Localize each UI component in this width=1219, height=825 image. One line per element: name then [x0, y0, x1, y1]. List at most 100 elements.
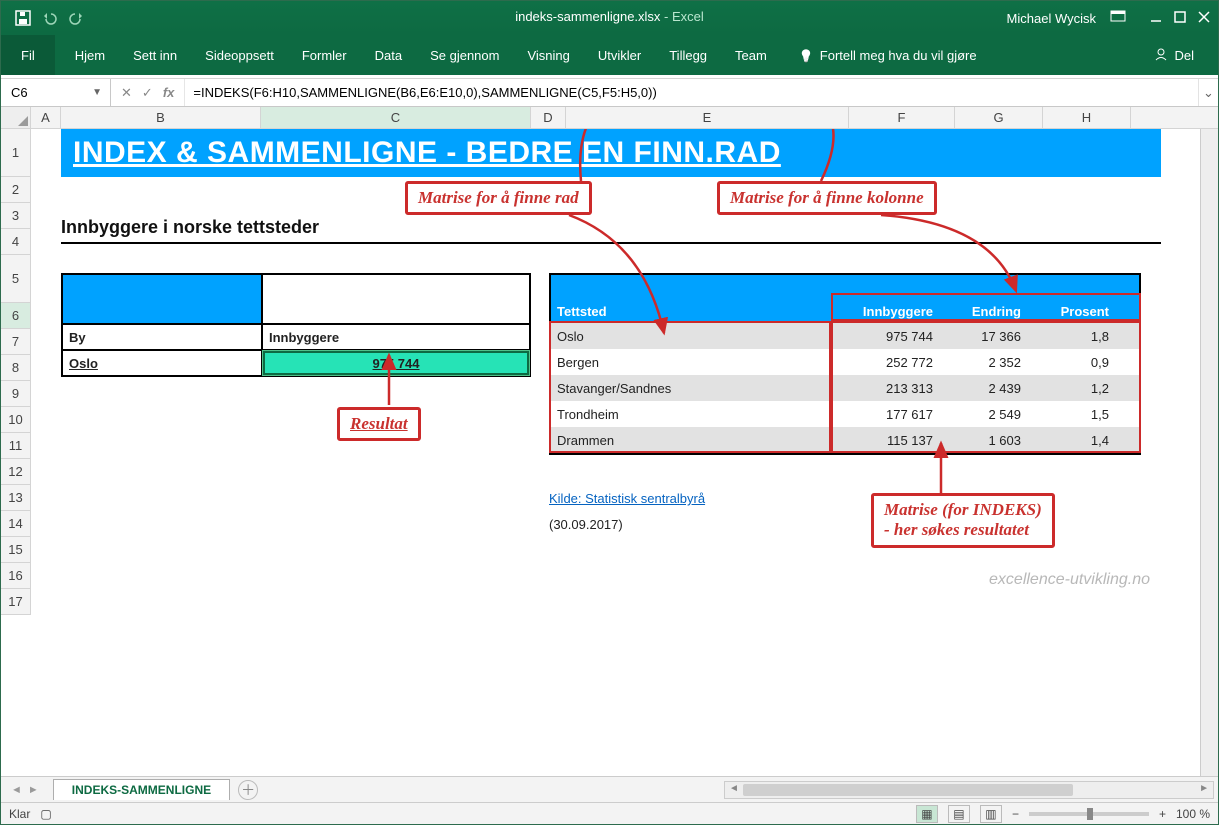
row-header-15[interactable]: 15 — [1, 537, 30, 563]
redo-icon[interactable] — [69, 11, 87, 25]
view-normal-icon[interactable]: ▦ — [916, 805, 938, 823]
quick-access-toolbar — [15, 10, 87, 26]
vertical-scrollbar[interactable] — [1200, 129, 1218, 776]
annot-matrise-kolonne: Matrise for å finne kolonne — [717, 181, 937, 215]
minimize-icon[interactable] — [1150, 11, 1162, 26]
tab-file[interactable]: Fil — [1, 35, 55, 75]
ribbon-display-options-icon[interactable] — [1110, 10, 1126, 27]
row-header-1[interactable]: 1 — [1, 129, 30, 177]
tab-utvikler[interactable]: Utvikler — [584, 35, 655, 75]
sheet-nav-next-icon[interactable]: ► — [28, 784, 39, 796]
row-header-6[interactable]: 6 — [1, 303, 30, 329]
annot-resultat: Resultat — [337, 407, 421, 441]
dth-tettsted: Tettsted — [551, 304, 833, 319]
col-header-G[interactable]: G — [955, 107, 1043, 128]
col-header-H[interactable]: H — [1043, 107, 1131, 128]
chevron-down-icon[interactable]: ▼ — [92, 87, 102, 98]
result-table: By Innbyggere Oslo 975 744 — [61, 273, 531, 377]
row-header-16[interactable]: 16 — [1, 563, 30, 589]
result-header-by: By — [63, 325, 263, 349]
user-name[interactable]: Michael Wycisk — [1007, 11, 1096, 26]
name-box[interactable]: ▼ — [1, 79, 111, 106]
table-row: Oslo975 74417 3661,8 — [551, 323, 1139, 349]
tab-team[interactable]: Team — [721, 35, 781, 75]
maximize-icon[interactable] — [1174, 11, 1186, 26]
undo-icon[interactable] — [41, 11, 59, 25]
result-value-cell[interactable]: 975 744 — [263, 351, 529, 375]
accept-formula-icon[interactable]: ✓ — [142, 85, 153, 101]
spreadsheet-grid[interactable]: 1 2 3 4 5 6 7 8 9 10 11 12 13 14 15 16 1… — [1, 129, 1200, 776]
col-header-C[interactable]: C — [261, 107, 531, 128]
tab-settinn[interactable]: Sett inn — [119, 35, 191, 75]
zoom-slider[interactable] — [1029, 812, 1149, 816]
source-link[interactable]: Kilde: Statistisk sentralbyrå — [549, 491, 705, 506]
zoom-out-button[interactable]: − — [1012, 807, 1019, 821]
tab-hjem[interactable]: Hjem — [61, 35, 119, 75]
dth-endring: Endring — [939, 304, 1027, 319]
sheet-tab-bar: ◄ ► INDEKS-SAMMENLIGNE ＋ — [1, 776, 1218, 802]
tab-tillegg[interactable]: Tillegg — [655, 35, 721, 75]
row-header-4[interactable]: 4 — [1, 229, 30, 255]
row-header-3[interactable]: 3 — [1, 203, 30, 229]
document-title: indeks-sammenligne.xlsx — [515, 9, 660, 24]
view-page-layout-icon[interactable]: ▤ — [948, 805, 970, 823]
col-header-F[interactable]: F — [849, 107, 955, 128]
dth-innbyggere: Innbyggere — [833, 304, 939, 319]
row-header-7[interactable]: 7 — [1, 329, 30, 355]
row-headers: 1 2 3 4 5 6 7 8 9 10 11 12 13 14 15 16 1… — [1, 129, 31, 615]
col-header-B[interactable]: B — [61, 107, 261, 128]
new-sheet-button[interactable]: ＋ — [238, 780, 258, 800]
col-header-A[interactable]: A — [31, 107, 61, 128]
dth-prosent: Prosent — [1027, 304, 1115, 319]
col-header-E[interactable]: E — [566, 107, 849, 128]
row-header-11[interactable]: 11 — [1, 433, 30, 459]
row-header-12[interactable]: 12 — [1, 459, 30, 485]
row-header-17[interactable]: 17 — [1, 589, 30, 615]
result-city[interactable]: Oslo — [63, 351, 263, 375]
row-header-10[interactable]: 10 — [1, 407, 30, 433]
name-box-input[interactable] — [9, 84, 69, 101]
row-header-14[interactable]: 14 — [1, 511, 30, 537]
tab-data[interactable]: Data — [361, 35, 416, 75]
result-header-innbyggere: Innbyggere — [263, 325, 529, 349]
share-button[interactable]: Del — [1140, 35, 1208, 75]
row-header-8[interactable]: 8 — [1, 355, 30, 381]
lightbulb-icon — [799, 48, 814, 63]
page-title-banner: INDEX & SAMMENLIGNE - BEDRE EN FINN.RAD — [61, 129, 1161, 177]
view-page-break-icon[interactable]: ▥ — [980, 805, 1002, 823]
insert-function-icon[interactable]: fx — [163, 85, 175, 100]
select-all-corner[interactable] — [1, 107, 31, 128]
row-header-9[interactable]: 9 — [1, 381, 30, 407]
horizontal-scrollbar[interactable] — [724, 781, 1214, 799]
col-header-D[interactable]: D — [531, 107, 566, 128]
table-row: Stavanger/Sandnes213 3132 4391,2 — [551, 375, 1139, 401]
zoom-level[interactable]: 100 % — [1176, 807, 1210, 821]
app-name: Excel — [672, 9, 704, 24]
formula-input[interactable] — [185, 79, 1198, 106]
data-table: Tettsted Innbyggere Endring Prosent Oslo… — [549, 273, 1141, 455]
row-header-13[interactable]: 13 — [1, 485, 30, 511]
zoom-in-button[interactable]: + — [1159, 807, 1166, 821]
subtitle: Innbyggere i norske tettsteder — [61, 217, 1161, 244]
row-header-2[interactable]: 2 — [1, 177, 30, 203]
save-icon[interactable] — [15, 10, 31, 26]
cancel-formula-icon[interactable]: ✕ — [121, 85, 132, 101]
sheet-tab-active[interactable]: INDEKS-SAMMENLIGNE — [53, 779, 230, 800]
tell-me-search[interactable]: Fortell meg hva du vil gjøre — [781, 35, 1141, 75]
tab-formler[interactable]: Formler — [288, 35, 361, 75]
macro-record-icon[interactable]: ▢ — [40, 807, 51, 821]
expand-formula-bar-icon[interactable]: ⌄ — [1198, 79, 1218, 106]
tab-visning[interactable]: Visning — [513, 35, 583, 75]
close-icon[interactable] — [1198, 11, 1210, 26]
status-bar: Klar ▢ ▦ ▤ ▥ − + 100 % — [1, 802, 1218, 824]
annot-matrise-indeks: Matrise (for INDEKS)- her søkes resultat… — [871, 493, 1055, 548]
source-date: (30.09.2017) — [549, 517, 623, 532]
sheet-nav-prev-icon[interactable]: ◄ — [11, 784, 22, 796]
watermark: excellence-utvikling.no — [989, 571, 1150, 589]
table-row: Drammen115 1371 6031,4 — [551, 427, 1139, 453]
window-titlebar: indeks-sammenligne.xlsx - Excel Michael … — [1, 1, 1218, 35]
tab-sideoppsett[interactable]: Sideoppsett — [191, 35, 288, 75]
tab-segjennom[interactable]: Se gjennom — [416, 35, 513, 75]
row-header-5[interactable]: 5 — [1, 255, 30, 303]
ribbon: Fil Hjem Sett inn Sideoppsett Formler Da… — [1, 35, 1218, 75]
